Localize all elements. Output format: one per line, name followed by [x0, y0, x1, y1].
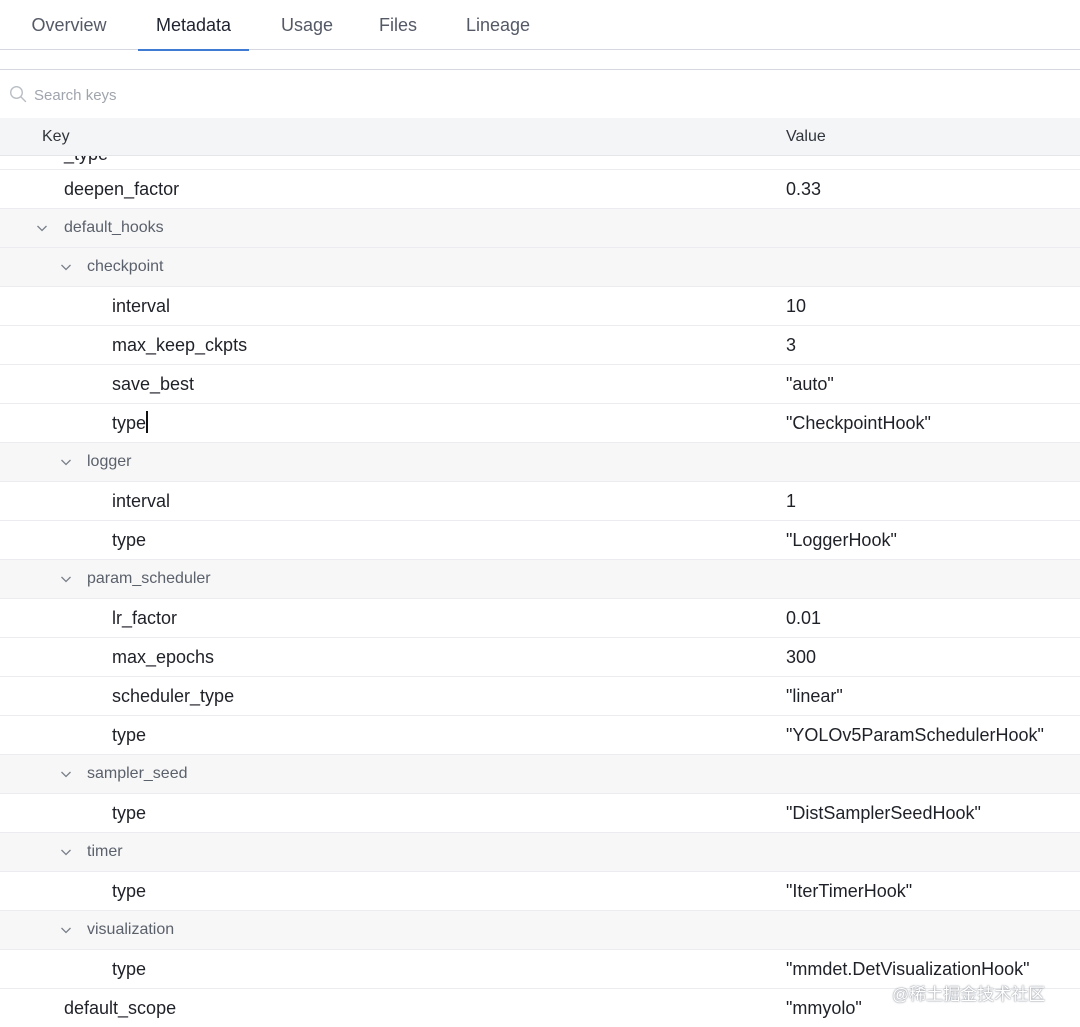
table-row: max_keep_ckpts 3: [0, 326, 1080, 365]
search-icon: [9, 85, 27, 103]
row-key: type: [112, 959, 147, 979]
search-input[interactable]: [34, 82, 634, 108]
chevron-down-icon[interactable]: [36, 222, 48, 234]
table-row: interval 10: [0, 287, 1080, 326]
row-value: 1: [786, 491, 797, 511]
tab-lineage[interactable]: Lineage: [466, 15, 530, 50]
table-row: save_best "auto": [0, 365, 1080, 404]
table-header: Key Value: [0, 118, 1080, 156]
row-value: 300: [786, 647, 817, 667]
row-key: scheduler_type: [112, 686, 235, 706]
column-header-value[interactable]: Value: [786, 128, 826, 146]
chevron-down-icon[interactable]: [60, 924, 72, 936]
chevron-down-icon[interactable]: [60, 846, 72, 858]
row-key: max_epochs: [112, 647, 215, 667]
row-value: 3: [786, 335, 797, 355]
row-key: default_scope: [64, 998, 177, 1018]
row-key: lr_factor: [112, 608, 178, 628]
table-row: type "DistSamplerSeedHook": [0, 794, 1080, 833]
row-key: type: [112, 803, 147, 823]
table-row: interval 1: [0, 482, 1080, 521]
table-row-group[interactable]: param_scheduler: [0, 560, 1080, 599]
tab-files[interactable]: Files: [379, 15, 417, 50]
metadata-table: _type deepen_factor 0.33 default_hookscheck…: [0, 156, 1080, 1027]
row-value: "IterTimerHook": [786, 881, 913, 901]
table-row: deepen_factor 0.33: [0, 170, 1080, 209]
chevron-down-icon[interactable]: [60, 768, 72, 780]
table-row: type "IterTimerHook": [0, 872, 1080, 911]
row-key: checkpoint: [87, 258, 164, 275]
chevron-down-icon[interactable]: [60, 573, 72, 585]
row-value: "DistSamplerSeedHook": [786, 803, 981, 823]
row-key: param_scheduler: [87, 570, 211, 587]
row-key: deepen_factor: [64, 179, 180, 199]
table-row-group[interactable]: sampler_seed: [0, 755, 1080, 794]
row-key: save_best: [112, 374, 195, 394]
row-key: interval: [112, 491, 171, 511]
table-row-group[interactable]: logger: [0, 443, 1080, 482]
divider: [0, 69, 1080, 70]
text-cursor: [146, 411, 148, 433]
table-row: type "YOLOv5ParamSchedulerHook": [0, 716, 1080, 755]
row-value: 10: [786, 296, 807, 316]
row-key: timer: [87, 843, 123, 860]
table-row: type "LoggerHook": [0, 521, 1080, 560]
table-row-group[interactable]: default_hooks: [0, 209, 1080, 248]
table-row: max_epochs 300: [0, 638, 1080, 677]
row-key: max_keep_ckpts: [112, 335, 248, 355]
row-key: default_hooks: [64, 219, 164, 236]
row-value: "mmdet.DetVisualizationHook": [786, 959, 1030, 979]
row-value: "linear": [786, 686, 843, 706]
table-row: _type: [0, 156, 1080, 170]
search-bar: [0, 80, 1080, 110]
row-key: _type: [64, 156, 108, 165]
chevron-down-icon[interactable]: [60, 261, 72, 273]
row-key: sampler_seed: [87, 765, 188, 782]
row-key: type: [112, 413, 147, 433]
row-value: 0.01: [786, 608, 822, 628]
row-key: logger: [87, 453, 132, 470]
row-value: "mmyolo": [786, 998, 862, 1018]
tab-usage[interactable]: Usage: [281, 15, 333, 50]
row-key: type: [112, 725, 147, 745]
tab-bar: Overview Metadata Usage Files Lineage: [0, 0, 1080, 51]
row-value: "YOLOv5ParamSchedulerHook": [786, 725, 1044, 745]
table-row: lr_factor 0.01: [0, 599, 1080, 638]
table-row-group[interactable]: visualization: [0, 911, 1080, 950]
chevron-down-icon[interactable]: [60, 456, 72, 468]
row-key: type: [112, 530, 147, 550]
table-row-group[interactable]: timer: [0, 833, 1080, 872]
row-key: interval: [112, 296, 171, 316]
table-row: type "CheckpointHook": [0, 404, 1080, 443]
row-key: visualization: [87, 921, 175, 938]
table-row-group[interactable]: checkpoint: [0, 248, 1080, 287]
tab-metadata[interactable]: Metadata: [138, 15, 249, 51]
column-header-key[interactable]: Key: [42, 128, 70, 146]
row-value: "LoggerHook": [786, 530, 897, 550]
row-key: type: [112, 881, 147, 901]
row-value: 0.33: [786, 179, 822, 199]
table-row: scheduler_type "linear": [0, 677, 1080, 716]
tab-overview[interactable]: Overview: [31, 15, 107, 50]
watermark: @稀土掘金技术社区: [892, 985, 1046, 1004]
row-value: "auto": [786, 374, 834, 394]
row-value: "CheckpointHook": [786, 413, 931, 433]
